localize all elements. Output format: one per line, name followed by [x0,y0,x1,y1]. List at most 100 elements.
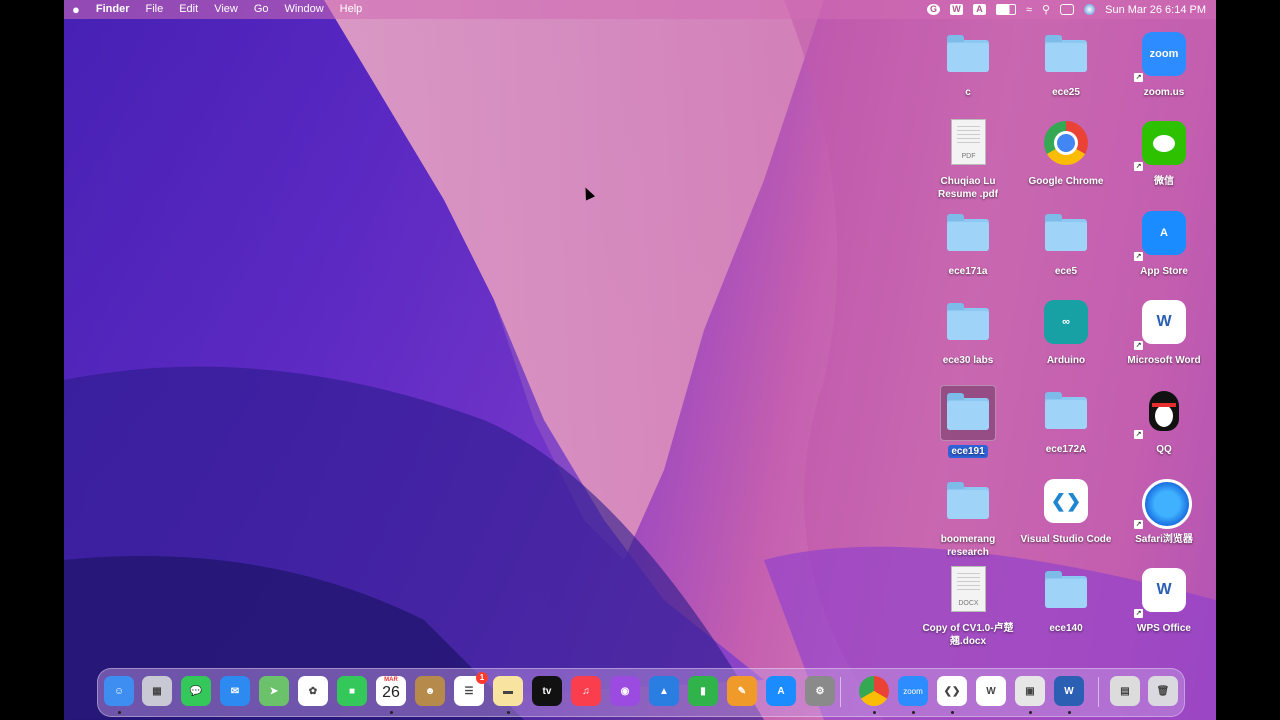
menu-edit[interactable]: Edit [171,0,206,19]
menu-view[interactable]: View [206,0,246,19]
dock-app-store-icon[interactable]: A [766,676,796,706]
desktop-item[interactable]: Google Chrome [1018,117,1114,188]
desktop-item-label: ece140 [1049,623,1083,634]
menu-app-name[interactable]: Finder [88,0,138,19]
desktop-item[interactable]: ece30 labs [920,296,1016,367]
dock-photos-icon[interactable]: ✿ [298,676,328,706]
document-icon: PDF [941,117,995,171]
desktop-item[interactable]: ❮❯ Visual Studio Code [1018,475,1114,546]
menu-extras: G W A ≈ ⚲ Sun Mar 26 6:14 PM [927,0,1206,19]
desktop-item-label: Chuqiao Lu Resume .pdf [937,176,998,200]
dock: ☺ ▦ 💬 ✉ ➤ ✿ ■ MAR 26 ☻ ☰ 1 ▬ tv ♫ ◉ ▲ ▮ ✎ A ⚙ zoom ❮❯ W ▣ W ▤ 🗑 [97,668,1185,717]
menu-help[interactable]: Help [332,0,371,19]
desktop-item-label: WPS Office [1137,623,1191,634]
desktop-screen: ● Finder File Edit View Go Window Help G… [64,0,1216,720]
wifi-icon[interactable]: ≈ [1026,4,1032,16]
dock-mail-icon[interactable]: ✉ [220,676,250,706]
desktop-item[interactable]: ece171a [920,207,1016,278]
dock-trash-icon[interactable]: 🗑 [1148,676,1178,706]
menu-clock[interactable]: Sun Mar 26 6:14 PM [1105,4,1206,16]
folder-icon [941,475,995,529]
desktop-item[interactable]: ∞ Arduino [1018,296,1114,367]
battery-icon[interactable] [996,4,1016,15]
dock-visual-studio-code-icon[interactable]: ❮❯ [937,676,967,706]
dock-pages-icon[interactable]: ✎ [727,676,757,706]
dock-google-chrome-icon[interactable] [859,676,889,706]
running-indicator [951,711,954,714]
alias-arrow-icon: ↗ [1134,73,1143,82]
wps-menu-icon[interactable]: W [950,4,963,15]
desktop-item-label: App Store [1140,266,1188,277]
desktop-item[interactable]: ece140 [1018,564,1114,635]
desktop-item-label: ece30 labs [942,355,994,366]
dock-wps-office-icon[interactable]: W [976,676,1006,706]
menu-bar: ● Finder File Edit View Go Window Help G… [64,0,1216,19]
notification-badge: 1 [476,672,488,684]
dock-separator [1098,677,1099,707]
desktop-item-label: 微信 [1154,176,1174,187]
grammarly-icon[interactable]: G [927,4,940,15]
desktop-item[interactable]: boomerang research [920,475,1016,559]
dock-microsoft-word-icon[interactable]: W [1054,676,1084,706]
dock-system-settings-icon[interactable]: ⚙ [805,676,835,706]
dock-podcasts-icon[interactable]: ◉ [610,676,640,706]
apple-menu-icon[interactable]: ● [64,0,88,19]
dock-contacts-icon[interactable]: ☻ [415,676,445,706]
dock-music-icon[interactable]: ♫ [571,676,601,706]
desktop-item-label: Visual Studio Code [1020,534,1112,545]
siri-icon[interactable] [1084,4,1096,15]
desktop-item[interactable]: W ↗ WPS Office [1116,564,1212,635]
dock-launchpad-icon[interactable]: ▦ [142,676,172,706]
dock-keynote-icon[interactable]: ▲ [649,676,679,706]
desktop-item[interactable]: W ↗ Microsoft Word [1116,296,1212,367]
desktop-item[interactable]: ece5 [1018,207,1114,278]
menu-window[interactable]: Window [277,0,332,19]
dock-messages-icon[interactable]: 💬 [181,676,211,706]
desktop-item-label: ece172A [1045,444,1087,455]
calendar-month: MAR [384,677,398,683]
folder-icon [1039,564,1093,618]
dock-numbers-icon[interactable]: ▮ [688,676,718,706]
dock-finder-icon[interactable]: ☺ [104,676,134,706]
zoom-label: zoom [903,686,923,696]
desktop-item[interactable]: ece172A [1018,385,1114,456]
desktop-item[interactable]: ↗ Safari浏览器 [1116,475,1212,546]
menu-file[interactable]: File [137,0,171,19]
desktop-item[interactable]: ↗ QQ [1116,385,1212,456]
alias-arrow-icon: ↗ [1134,609,1143,618]
desktop-item[interactable]: ↗ 微信 [1116,117,1212,188]
desktop-item-label: ece25 [1052,87,1080,98]
desktop-item-label: zoom.us [1143,87,1185,98]
desktop-item-label: ece191 [948,445,988,458]
running-indicator [1029,711,1032,714]
dock-downloads-stack-icon[interactable]: ▤ [1110,676,1140,706]
alias-arrow-icon: ↗ [1134,162,1143,171]
running-indicator [507,711,510,714]
desktop-item-label: Copy of CV1.0-卢楚翘.docx [922,623,1014,647]
desktop-item[interactable]: PDF Chuqiao Lu Resume .pdf [920,117,1016,201]
dock-facetime-icon[interactable]: ■ [337,676,367,706]
dock-preview-icon[interactable]: ▣ [1015,676,1045,706]
dock-calendar-icon[interactable]: MAR 26 [376,676,406,706]
spotlight-search-icon[interactable]: ⚲ [1042,3,1050,16]
app-icon: ∞ [1039,296,1093,350]
desktop-item[interactable]: zoom ↗ zoom.us [1116,28,1212,99]
desktop-item[interactable]: DOCX Copy of CV1.0-卢楚翘.docx [920,564,1016,648]
dock-maps-icon[interactable]: ➤ [259,676,289,706]
running-indicator [1068,711,1071,714]
alias-arrow-icon: ↗ [1134,430,1143,439]
desktop-item[interactable]: A ↗ App Store [1116,207,1212,278]
control-center-icon[interactable] [1060,4,1075,15]
folder-icon [941,296,995,350]
dock-reminders-icon[interactable]: ☰ 1 [454,672,488,706]
input-source-icon[interactable]: A [973,4,986,15]
desktop-item-label: Arduino [1046,355,1086,366]
running-indicator [118,711,121,714]
dock-zoom-icon[interactable]: zoom [898,676,928,706]
menu-go[interactable]: Go [246,0,277,19]
dock-notes-icon[interactable]: ▬ [493,676,523,706]
desktop-item[interactable]: ece191 [920,385,1016,459]
desktop-item[interactable]: c [920,28,1016,99]
dock-apple-tv-icon[interactable]: tv [532,676,562,706]
desktop-item[interactable]: ece25 [1018,28,1114,99]
